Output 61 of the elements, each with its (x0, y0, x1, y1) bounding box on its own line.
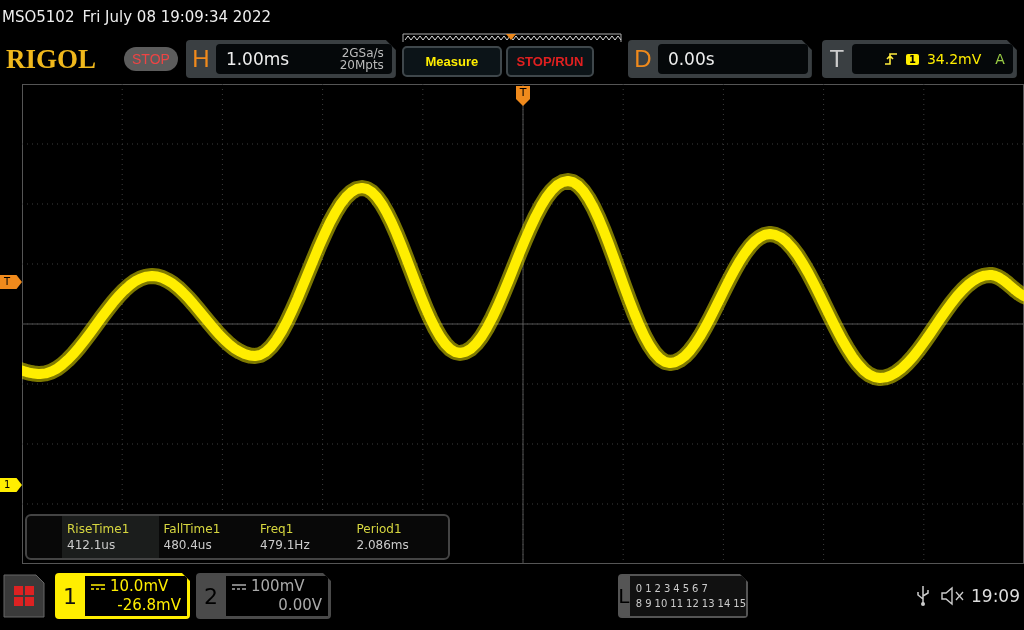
delay-panel[interactable]: D 0.00s (627, 40, 812, 78)
channel-scale: 100mV (251, 577, 305, 596)
measurement-value: 480.4us (163, 538, 213, 552)
measurement-name: Freq1 (260, 522, 295, 536)
logic-channel-number: 7 (701, 583, 708, 594)
stop-run-button[interactable]: STOP/RUN (505, 46, 594, 77)
trigger-source: 1 (905, 53, 919, 65)
channel-marker[interactable]: 1 (0, 478, 22, 492)
measurement-name: FallTime1 (163, 522, 222, 536)
logic-channel-number: 15 (733, 598, 746, 609)
channel-offset: 0.00V (278, 596, 322, 615)
channel-panel[interactable]: 2 100mV 0.00V (196, 573, 331, 619)
delay-value: 0.00s (667, 49, 715, 69)
menu-icon[interactable] (3, 574, 45, 618)
dc-coupling-icon (232, 583, 246, 590)
timebase-value: 1.00ms (225, 49, 290, 69)
logic-channel-number: 6 (692, 583, 699, 594)
rising-edge-icon (883, 52, 898, 66)
logic-channel-number: 1 (645, 583, 652, 594)
logic-channel-number: 3 (663, 583, 671, 594)
clock: 19:09 (971, 586, 1020, 606)
measure-button[interactable]: Measure (401, 46, 502, 77)
measurement-name: Period1 (356, 522, 403, 536)
delay-label: D (633, 45, 653, 73)
trigger-level-marker[interactable]: T (0, 275, 22, 289)
logic-channel-number: 12 (686, 598, 699, 609)
date-time: Fri July 08 19:09:34 2022 (82, 8, 271, 26)
logic-channel-number: 4 (673, 583, 680, 594)
logic-channel-number: 0 (635, 583, 643, 594)
logic-label: L (618, 583, 630, 610)
logic-channel-number: 9 (645, 598, 652, 609)
logic-channel-number: 5 (682, 583, 690, 594)
dc-coupling-icon (91, 583, 105, 590)
mute-icon[interactable] (941, 586, 965, 606)
logic-channel-number: 13 (701, 598, 715, 609)
measurement-value: 479.1Hz (260, 538, 311, 552)
channel-number: 1 (62, 582, 78, 611)
trigger-mode: A (995, 51, 1005, 67)
memory-depth: 20Mpts (339, 59, 384, 71)
trigger-panel[interactable]: T 1 34.2mV A (821, 40, 1017, 78)
model-name: MSO5102 (2, 8, 75, 26)
measurement-value: 2.086ms (356, 538, 410, 552)
channel-panel[interactable]: 1 10.0mV -26.8mV (55, 573, 190, 619)
channel-number: 2 (203, 582, 219, 611)
horizontal-panel[interactable]: H 1.00ms 2GSa/s 20Mpts (185, 40, 396, 78)
logic-channel-number: 2 (654, 583, 661, 594)
channel-offset: -26.8mV (117, 596, 181, 615)
logic-channel-number: 10 (654, 598, 668, 609)
trigger-level: 34.2mV (926, 51, 982, 67)
usb-icon[interactable] (917, 585, 929, 607)
channel-scale: 10.0mV (110, 577, 169, 596)
logic-panel[interactable]: L 0 1 2 3 4 5 6 7 8 9 10 11 12 13 14 15 (618, 574, 748, 618)
trigger-label: T (828, 45, 846, 73)
logo: RIGOL (6, 43, 98, 75)
logic-channel-number: 14 (717, 598, 731, 609)
logic-channel-number: 11 (670, 598, 684, 609)
measurement-value: 412.1us (67, 538, 117, 552)
measurement-name: RiseTime1 (67, 522, 131, 536)
logic-channel-number: 8 (635, 598, 643, 609)
horizontal-label: H (191, 45, 211, 73)
sample-rate: 2GSa/s (341, 47, 384, 59)
